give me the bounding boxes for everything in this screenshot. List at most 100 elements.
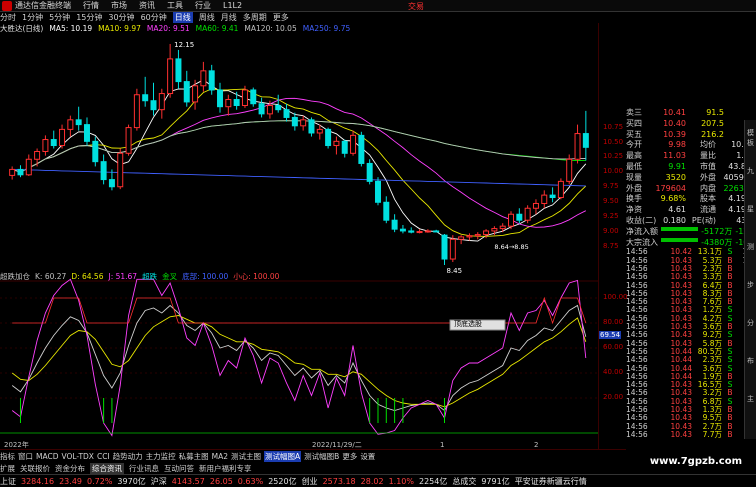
period-tab-4[interactable]: 30分钟 xyxy=(108,12,134,23)
menu-market[interactable]: 市场 xyxy=(111,0,127,11)
period-tab-10[interactable]: 更多 xyxy=(273,12,289,23)
indicator-tab-11[interactable]: 测试幅图B xyxy=(304,451,339,462)
menu-industry[interactable]: 行业 xyxy=(195,0,211,11)
date-axis-label: 2022年 xyxy=(4,440,29,449)
period-tab-0[interactable]: 分时 xyxy=(0,12,16,23)
indicator-value-badge: 69.54 xyxy=(599,331,622,340)
status-item: 23.49 xyxy=(59,476,82,486)
stat-label: 市值 xyxy=(700,161,716,171)
indicator-tab-1[interactable]: 窗口 xyxy=(18,451,33,462)
price-tick-label: 9.50 xyxy=(603,197,619,206)
candle xyxy=(466,233,473,241)
indicator-tooltip[interactable]: 顶底选股 xyxy=(449,319,506,331)
order-book-price: 10.40 xyxy=(663,118,686,128)
ma-legend-item: MA10: 9.97 xyxy=(98,24,141,33)
side-toolbar-item[interactable]: 九 xyxy=(745,166,756,176)
stat-value: 9.68% xyxy=(660,194,686,204)
order-book-price: 10.41 xyxy=(663,108,686,117)
side-toolbar-item[interactable]: 步 xyxy=(745,280,756,290)
candle xyxy=(333,136,340,155)
candle xyxy=(158,88,165,119)
info-tab-4[interactable]: 行业讯息 xyxy=(129,463,159,474)
period-tab-1[interactable]: 1分钟 xyxy=(22,12,43,23)
candle xyxy=(183,70,190,107)
index-status-bar: 上证 3284.16 23.49 0.72% 3970亿 沪深 4143.57 26.05 0.… xyxy=(0,474,756,487)
indicator-tab-5[interactable]: 趋势动力 xyxy=(113,451,143,462)
indicator-tab-6[interactable]: 主力监控 xyxy=(146,451,176,462)
quote-stat-row: 最低 9.91 市值 43.8亿 xyxy=(626,162,756,173)
info-tab-1[interactable]: 关联报价 xyxy=(20,463,50,474)
period-tab-3[interactable]: 15分钟 xyxy=(76,12,102,23)
flow-bar xyxy=(661,226,699,231)
info-tab-6[interactable]: 新用户福利专享 xyxy=(199,463,252,474)
indicator-tick-label: 20.00 xyxy=(603,393,624,401)
info-tab-0[interactable]: 扩展 xyxy=(0,463,15,474)
quote-stat-row: 换手 9.68% 股本 4.19亿 xyxy=(626,194,756,205)
period-tab-8[interactable]: 月线 xyxy=(221,12,237,23)
side-toolbar-item[interactable]: 星 xyxy=(745,204,756,214)
low-mark-label: 8.64→8.85 xyxy=(494,243,528,251)
quote-stat-row: 现量 3520 外盘 405949 xyxy=(626,173,756,184)
side-toolbar-item[interactable]: 主 xyxy=(745,394,756,404)
candle xyxy=(308,117,315,137)
price-tick-label: 8.75 xyxy=(603,242,619,251)
indicator-legend-item: 小心: 100.00 xyxy=(233,271,280,281)
candle xyxy=(524,205,531,224)
stat-label: 现量 xyxy=(626,172,642,182)
indicator-tab-9[interactable]: 测试主图 xyxy=(231,451,261,462)
info-tab-bar: 扩展 关联报价 资金分布 综合资讯 行业讯息 互动问答 新用户福利专享 xyxy=(0,463,756,474)
menu-tools[interactable]: 工具 xyxy=(167,0,183,11)
side-toolbar-item[interactable]: 布 xyxy=(745,356,756,366)
stat-label: 外盘 xyxy=(700,172,716,182)
status-item: 上证 xyxy=(0,476,16,486)
indicator-tab-10[interactable]: 测试幅图A xyxy=(264,451,302,462)
price-tick-label: 10.75 xyxy=(603,122,624,131)
indicator-tab-2[interactable]: MACD xyxy=(36,452,58,461)
indicator-tab-4[interactable]: CCI xyxy=(97,452,110,461)
price-tick-label: 10.00 xyxy=(603,167,624,176)
kline-chart[interactable]: 12.15 8.45 8.64→8.85 顶底选股 2022年 2022/11/29/二 1… xyxy=(0,23,598,449)
info-tab-3[interactable]: 综合资讯 xyxy=(90,463,124,474)
status-item: 9791亿 xyxy=(481,476,510,486)
status-item: 沪深 xyxy=(150,476,167,486)
candle xyxy=(474,232,481,240)
period-tab-2[interactable]: 5分钟 xyxy=(49,12,70,23)
indicator-tab-8[interactable]: MA2 xyxy=(212,452,228,461)
side-toolbar-item[interactable]: 测 xyxy=(745,242,756,252)
trade-button[interactable]: 交易 xyxy=(408,1,424,12)
stat-label: 换手 xyxy=(626,194,642,204)
indicator-tab-3[interactable]: VOL-TDX xyxy=(61,452,93,461)
side-toolbar-item[interactable]: 分 xyxy=(745,318,756,328)
period-tab-7[interactable]: 周线 xyxy=(199,12,215,23)
candle xyxy=(167,43,174,98)
side-toolbar-item[interactable]: 模板 xyxy=(745,128,756,148)
candle xyxy=(433,229,440,233)
info-tab-5[interactable]: 互动问答 xyxy=(164,463,194,474)
flow-label: 净流入额 xyxy=(626,226,658,236)
candle xyxy=(50,130,57,149)
candle xyxy=(499,223,506,233)
candle xyxy=(92,136,99,167)
indicator-tab-7[interactable]: 私募主图 xyxy=(179,451,209,462)
period-tab-6[interactable]: 日线 xyxy=(172,12,193,23)
candle xyxy=(142,76,149,107)
indicator-tab-0[interactable]: 指标 xyxy=(0,451,15,462)
ma-legend-item: MA5: 10.19 xyxy=(49,24,93,33)
quote-stat-row: 外盘 179604 内盘 226345 xyxy=(626,184,756,195)
ma-legend-item: MA20: 9.51 xyxy=(146,24,190,33)
quote-stat-row: 净资 4.61 流通 4.19亿 xyxy=(626,205,756,216)
order-book-row: 买四 10.40 207.5 xyxy=(626,119,756,130)
period-tab-5[interactable]: 60分钟 xyxy=(141,12,167,23)
period-tab-9[interactable]: 多周期 xyxy=(243,12,267,23)
indicator-tab-13[interactable]: 设置 xyxy=(360,451,375,462)
stat-value: 179604 xyxy=(655,183,686,193)
menu-quotes[interactable]: 行情 xyxy=(83,0,99,11)
info-tab-2[interactable]: 资金分布 xyxy=(55,463,85,474)
stat-value: 0.180 xyxy=(663,215,686,225)
watermark: www.7gpzb.com xyxy=(649,456,742,467)
menu-l1l2[interactable]: L1L2 xyxy=(223,1,242,10)
status-item: 平安证券新疆云行情 xyxy=(514,476,587,486)
menu-news[interactable]: 资讯 xyxy=(139,0,155,11)
flow-bar xyxy=(661,237,699,242)
indicator-tab-12[interactable]: 更多 xyxy=(342,451,357,462)
